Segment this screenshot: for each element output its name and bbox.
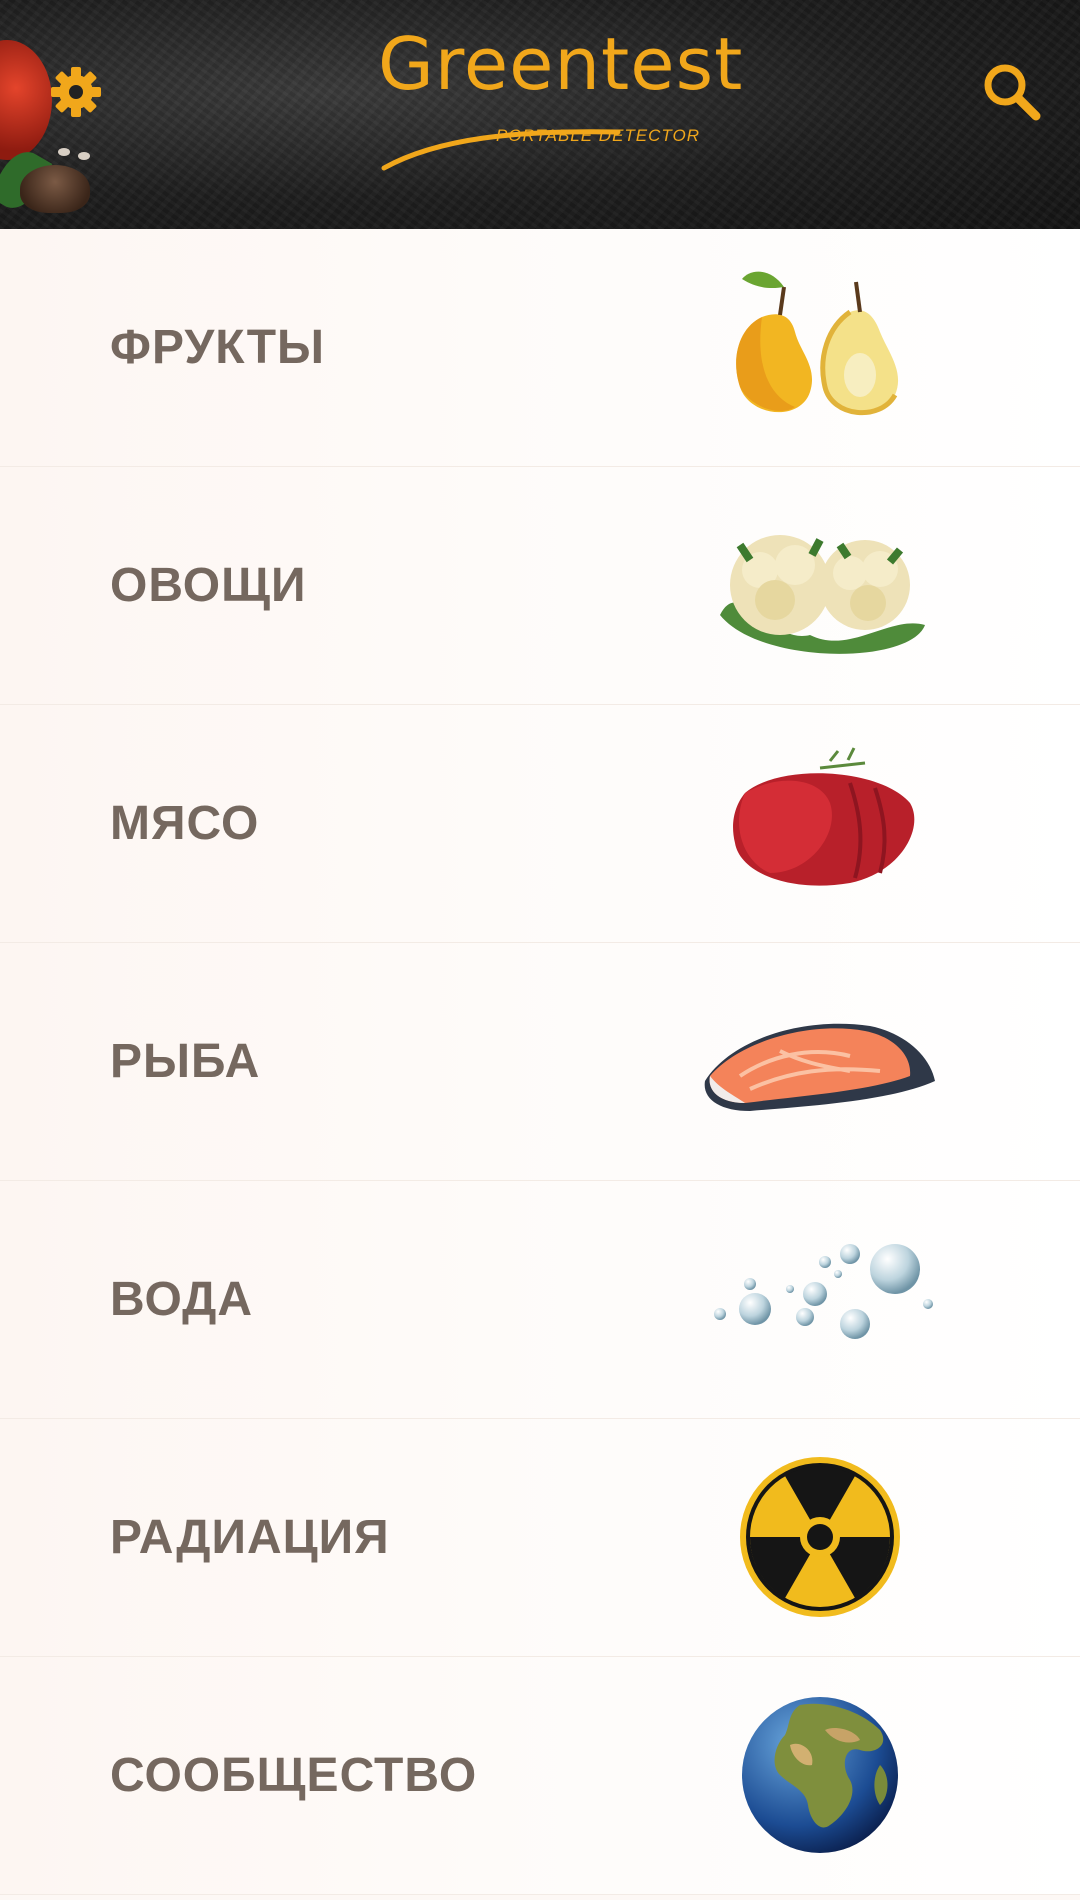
category-label: ФРУКТЫ: [110, 321, 326, 374]
category-label: РЫБА: [110, 1035, 261, 1088]
search-icon: [984, 64, 1041, 121]
app-header: Greentest PORTABLE DETECTOR: [0, 0, 1080, 229]
category-label: ОВОЩИ: [110, 559, 307, 612]
settings-button[interactable]: [48, 64, 104, 120]
gear-icon: [51, 67, 101, 117]
earth-globe-image: [690, 1675, 950, 1875]
mushroom-decoration: [20, 165, 90, 213]
app-logo: Greentest PORTABLE DETECTOR: [378, 22, 742, 171]
category-label: ВОДА: [110, 1273, 254, 1326]
radiation-symbol-image: [690, 1437, 950, 1637]
salmon-image: [690, 961, 950, 1161]
logo-subtitle: PORTABLE DETECTOR: [495, 126, 700, 145]
pears-image: [690, 247, 950, 447]
category-fruits[interactable]: ФРУКТЫ: [0, 229, 1080, 467]
water-drops-image: [690, 1199, 950, 1399]
category-fish[interactable]: РЫБА: [0, 943, 1080, 1181]
pebble-decoration: [58, 148, 70, 156]
category-label: РАДИАЦИЯ: [110, 1511, 390, 1564]
category-community[interactable]: СООБЩЕСТВО: [0, 1657, 1080, 1895]
category-vegetables[interactable]: ОВОЩИ: [0, 467, 1080, 705]
category-label: МЯСО: [110, 797, 260, 850]
category-radiation[interactable]: РАДИАЦИЯ: [0, 1419, 1080, 1657]
search-button[interactable]: [978, 58, 1044, 124]
pebble-decoration: [78, 152, 90, 160]
category-label: СООБЩЕСТВО: [110, 1749, 478, 1802]
category-meat[interactable]: МЯСО: [0, 705, 1080, 943]
meat-image: [690, 723, 950, 923]
category-list: ФРУКТЫ ОВОЩИ МЯСО РЫБА ВОДА РАДИАЦИЯ СОО…: [0, 229, 1080, 1895]
cauliflower-image: [690, 485, 950, 685]
category-water[interactable]: ВОДА: [0, 1181, 1080, 1419]
logo-title: Greentest: [378, 22, 744, 106]
